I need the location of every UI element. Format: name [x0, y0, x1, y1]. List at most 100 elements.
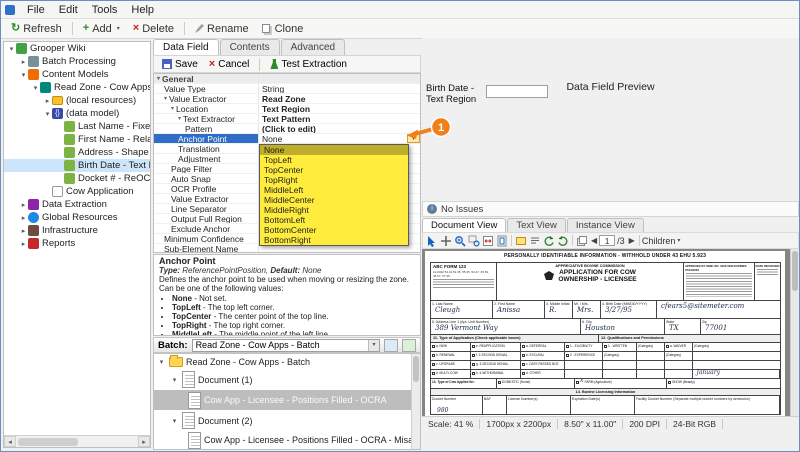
dropdown-option-topleft[interactable]: TopLeft	[260, 155, 408, 165]
menu-tools[interactable]: Tools	[85, 3, 125, 17]
page-number-input[interactable]: 1	[599, 235, 615, 246]
collapse-icon[interactable]: ▾	[157, 75, 160, 82]
batch-combo[interactable]: Read Zone - Cow Apps - Batch▾	[192, 339, 380, 352]
expander-icon[interactable]: ▾	[170, 417, 179, 425]
dropdown-option-bottomleft[interactable]: BottomLeft	[260, 215, 408, 225]
property-row-value-type[interactable]: Value TypeString	[154, 84, 420, 94]
collapse-icon[interactable]: ▾	[171, 105, 174, 112]
document-viewport[interactable]: PERSONALLY IDENTIFIABLE INFORMATION - WI…	[422, 249, 799, 416]
scroll-right-icon[interactable]: ▸	[138, 436, 150, 447]
document-page[interactable]: PERSONALLY IDENTIFIABLE INFORMATION - WI…	[425, 251, 785, 416]
menu-help[interactable]: Help	[124, 3, 161, 17]
tree-item-global-resources[interactable]: ▸Global Resources	[4, 211, 150, 224]
tree-item-last-name[interactable]: Last Name - Fixed Region	[4, 120, 150, 133]
property-row-text-extractor[interactable]: ▾Text ExtractorText Pattern	[154, 114, 420, 124]
dropdown-option-middleleft[interactable]: MiddleLeft	[260, 185, 408, 195]
collapse-icon[interactable]: ▾	[164, 95, 167, 102]
batch-item-document-1[interactable]: ▾Document (1)	[154, 369, 420, 390]
property-value[interactable]: Read Zone	[259, 94, 420, 103]
zoom-region-icon[interactable]	[467, 234, 481, 247]
scrollbar-thumb[interactable]	[792, 251, 798, 291]
tree-item-data-model[interactable]: ▾{}(data model)	[4, 107, 150, 120]
scrollbar-thumb[interactable]	[18, 438, 78, 446]
property-value[interactable]: Text Pattern	[259, 114, 420, 123]
children-dropdown[interactable]: Children ▾	[642, 236, 681, 246]
property-row-anchor-point[interactable]: Anchor PointNone▾	[154, 134, 420, 144]
zoom-in-icon[interactable]	[453, 234, 467, 247]
tab-instance-view[interactable]: Instance View	[567, 218, 644, 232]
expander-icon[interactable]: ▸	[19, 201, 28, 209]
tree-item-address[interactable]: Address - Shape Region	[4, 146, 150, 159]
dropdown-option-topright[interactable]: TopRight	[260, 175, 408, 185]
menu-edit[interactable]: Edit	[52, 3, 85, 17]
document-scrollbar[interactable]	[790, 249, 799, 416]
tree-item-reports[interactable]: ▸Reports	[4, 237, 150, 250]
tab-document-view[interactable]: Document View	[422, 218, 506, 232]
expander-icon[interactable]: ▾	[19, 71, 28, 79]
batch-item-cow-app-1[interactable]: Cow App - Licensee - Positions Filled - …	[154, 390, 420, 410]
expander-icon[interactable]: ▾	[31, 84, 40, 92]
expander-icon[interactable]: ▸	[19, 227, 28, 235]
rotate-right-icon[interactable]	[556, 234, 570, 247]
property-row-value-extractor[interactable]: ▾Value ExtractorRead Zone	[154, 94, 420, 104]
expander-icon[interactable]: ▾	[7, 45, 16, 53]
dropdown-option-middleright[interactable]: MiddleRight	[260, 205, 408, 215]
menu-file[interactable]: File	[20, 3, 52, 17]
anchor-point-dropdown[interactable]: None TopLeft TopCenter TopRight MiddleLe…	[259, 144, 409, 246]
property-row-pattern[interactable]: Pattern(Click to edit)	[154, 124, 420, 134]
save-button[interactable]: Save	[158, 58, 202, 71]
tree-item-content-models[interactable]: ▾Content Models	[4, 68, 150, 81]
refresh-button[interactable]: ↻ Refresh	[5, 22, 68, 36]
cancel-button[interactable]: ×Cancel	[205, 58, 254, 71]
tree-item-birth-date[interactable]: Birth Date - Text Region	[4, 159, 150, 172]
expander-icon[interactable]: ▸	[19, 240, 28, 248]
property-value[interactable]: None	[262, 134, 282, 143]
dropdown-option-topcenter[interactable]: TopCenter	[260, 165, 408, 175]
dropdown-option-bottomright[interactable]: BottomRight	[260, 235, 408, 245]
tree-item-data-extraction[interactable]: ▸Data Extraction	[4, 198, 150, 211]
tree-item-docket[interactable]: Docket # - ReOCR Zone	[4, 172, 150, 185]
category-general[interactable]: ▾General	[154, 74, 420, 84]
rotate-left-icon[interactable]	[542, 234, 556, 247]
prev-page-button[interactable]: ◀	[589, 236, 599, 245]
batch-tree-scrollbar[interactable]	[411, 354, 420, 449]
tab-data-field[interactable]: Data Field	[153, 39, 219, 55]
property-value[interactable]: (Click to edit)	[259, 124, 420, 133]
dropdown-option-bottomcenter[interactable]: BottomCenter	[260, 225, 408, 235]
batch-item-root[interactable]: ▾Read Zone - Cow Apps - Batch	[154, 354, 420, 369]
expander-icon[interactable]: ▸	[43, 97, 52, 105]
preview-field-input[interactable]	[486, 85, 548, 98]
expander-icon[interactable]: ▸	[19, 58, 28, 66]
batch-item-document-2[interactable]: ▾Document (2)	[154, 410, 420, 431]
tree-item-read-zone-model[interactable]: ▾Read Zone - Cow Apps - Content Mod	[4, 81, 150, 94]
delete-button[interactable]: × Delete	[127, 22, 180, 36]
batch-refresh-icon[interactable]	[402, 339, 416, 352]
tree-hscrollbar[interactable]: ◂ ▸	[4, 435, 150, 447]
batch-viewer-icon[interactable]	[384, 339, 398, 352]
pan-icon[interactable]	[439, 234, 453, 247]
chevron-down-icon[interactable]: ▾	[368, 340, 379, 351]
fit-width-icon[interactable]	[481, 234, 495, 247]
layers-icon[interactable]	[575, 234, 589, 247]
tab-advanced[interactable]: Advanced	[281, 39, 345, 55]
batch-item-cow-app-2[interactable]: Cow App - Licensee - Positions Filled - …	[154, 431, 420, 449]
tree-item-batch-processing[interactable]: ▸Batch Processing	[4, 55, 150, 68]
collapse-icon[interactable]: ▾	[178, 115, 181, 122]
property-value[interactable]: Text Region	[259, 104, 420, 113]
clone-button[interactable]: Clone	[256, 22, 310, 36]
create-region-icon[interactable]	[514, 234, 528, 247]
batch-item-folder-3[interactable]: ▸Folder (3)	[154, 449, 420, 450]
tab-text-view[interactable]: Text View	[507, 218, 565, 232]
tree-item-infrastructure[interactable]: ▸Infrastructure	[4, 224, 150, 237]
pointer-icon[interactable]	[425, 234, 439, 247]
dropdown-option-middlecenter[interactable]: MiddleCenter	[260, 195, 408, 205]
next-page-button[interactable]: ▶	[627, 236, 637, 245]
test-extraction-button[interactable]: Test Extraction	[266, 58, 351, 71]
expander-icon[interactable]: ▾	[157, 358, 166, 366]
scrollbar-thumb[interactable]	[413, 356, 419, 382]
property-row-location[interactable]: ▾LocationText Region	[154, 104, 420, 114]
tree-item-first-name[interactable]: First Name - Relative Region	[4, 133, 150, 146]
add-button[interactable]: + Add ▾	[77, 22, 126, 36]
rename-button[interactable]: Rename	[189, 22, 255, 36]
tab-contents[interactable]: Contents	[220, 39, 280, 55]
